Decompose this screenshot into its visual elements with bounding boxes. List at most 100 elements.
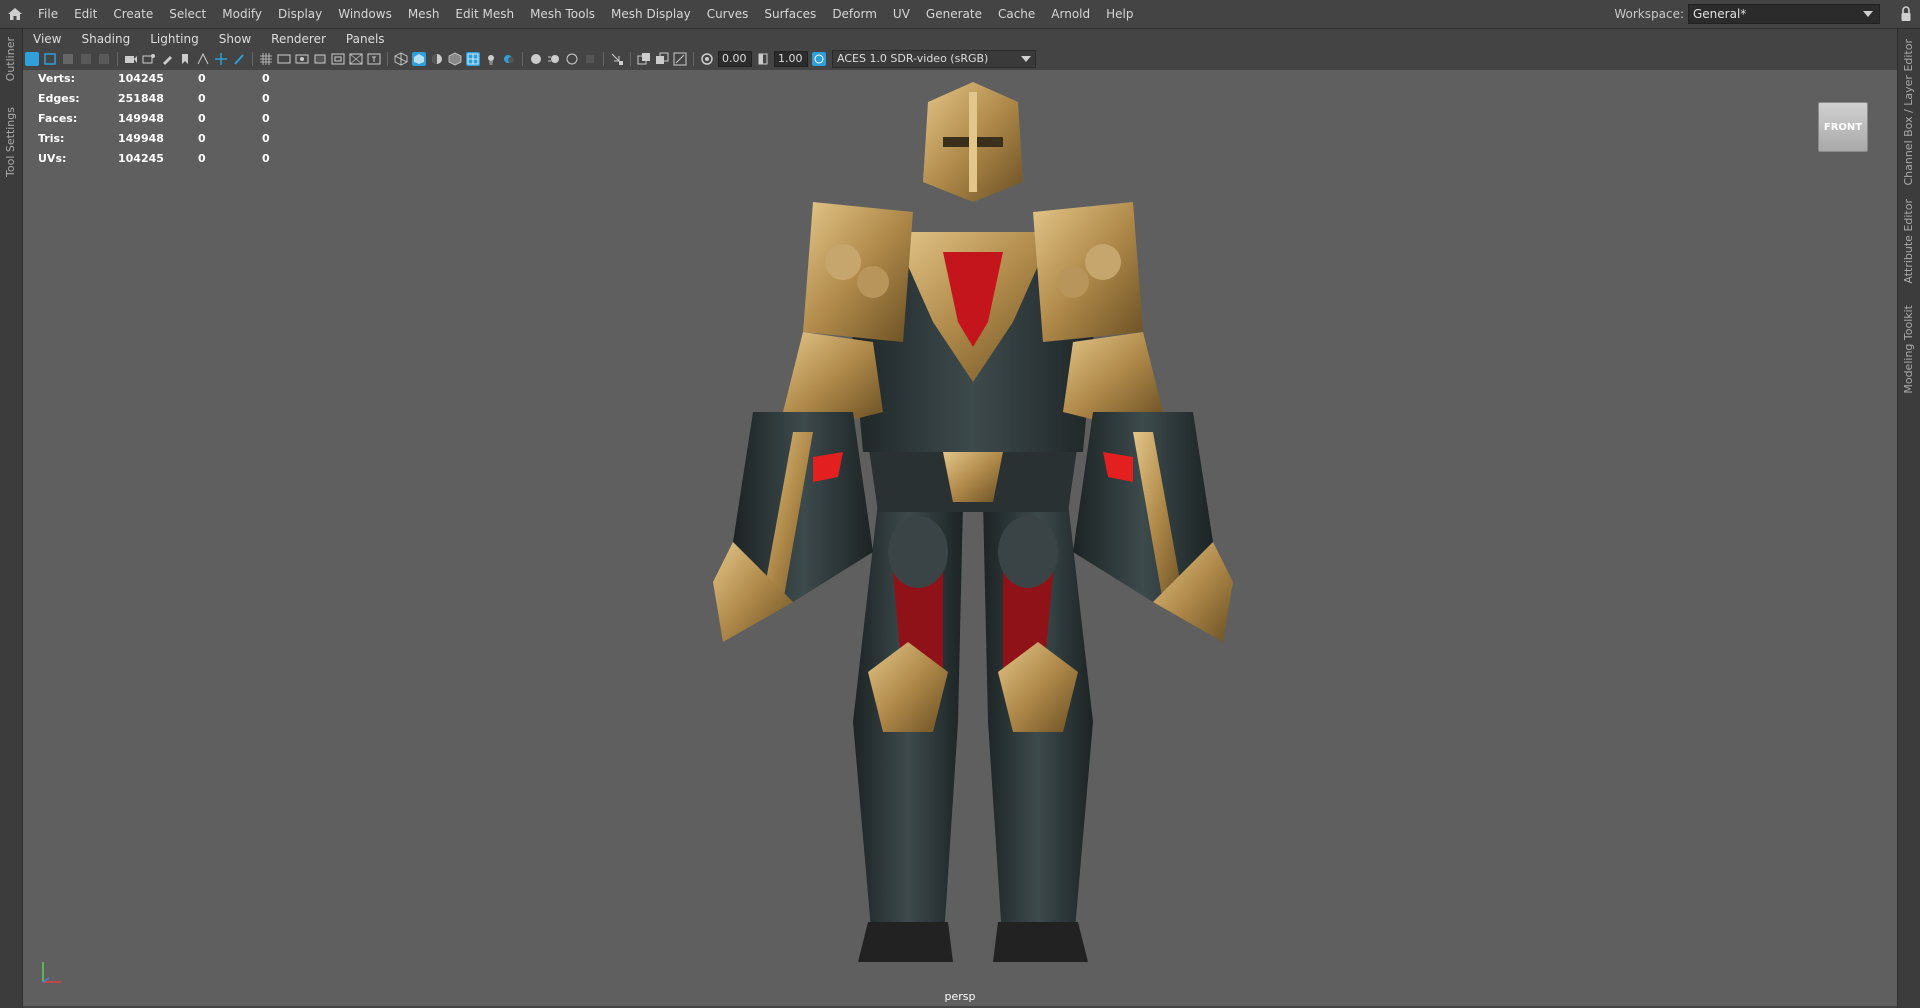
depth-of-field-icon[interactable] xyxy=(583,52,597,66)
workspace-selector: Workspace: General* xyxy=(1614,4,1880,24)
grease-pencil-icon[interactable] xyxy=(160,52,174,66)
menu-cache[interactable]: Cache xyxy=(990,0,1043,28)
resolution-gate-icon[interactable] xyxy=(295,52,309,66)
tab-channel-box[interactable]: Channel Box / Layer Editor xyxy=(1902,39,1915,186)
view-cube[interactable]: FRONT xyxy=(1818,102,1868,152)
menu-select[interactable]: Select xyxy=(161,0,214,28)
hud-value: 0 xyxy=(198,72,206,85)
menu-windows[interactable]: Windows xyxy=(330,0,400,28)
hud-row-tris: Tris: 149948 0 0 xyxy=(38,132,302,152)
menu-mesh-tools[interactable]: Mesh Tools xyxy=(522,0,603,28)
hud-value: 0 xyxy=(262,152,270,165)
film-gate-icon[interactable] xyxy=(277,52,291,66)
panel-menu-shading[interactable]: Shading xyxy=(71,32,140,46)
hud-value: 0 xyxy=(262,72,270,85)
image-plane-icon[interactable] xyxy=(79,52,93,66)
smooth-shade-icon[interactable] xyxy=(412,52,426,66)
paint-icon[interactable] xyxy=(232,52,246,66)
hud-value: 0 xyxy=(262,112,270,125)
safe-title-icon[interactable] xyxy=(367,52,381,66)
hud-value: 149948 xyxy=(118,132,164,145)
hud-row-uvs: UVs: 104245 0 0 xyxy=(38,152,302,172)
textured-icon[interactable] xyxy=(466,52,480,66)
menu-edit[interactable]: Edit xyxy=(66,0,105,28)
tab-outliner[interactable]: Outliner xyxy=(4,37,17,81)
bookmark-icon[interactable] xyxy=(61,52,75,66)
tab-tool-settings[interactable]: Tool Settings xyxy=(4,107,17,177)
lock-icon[interactable] xyxy=(1900,6,1912,22)
tab-modeling-toolkit[interactable]: Modeling Toolkit xyxy=(1902,305,1915,394)
gamma-icon[interactable] xyxy=(756,52,770,66)
armored-knight-model[interactable] xyxy=(643,82,1303,982)
poly-count-hud: Verts: 104245 0 0 Edges: 251848 0 0 Face… xyxy=(38,72,302,172)
color-space-dropdown[interactable]: ACES 1.0 SDR-video (sRGB) xyxy=(832,50,1036,68)
grid-snap-icon[interactable] xyxy=(196,52,210,66)
workspace-dropdown[interactable]: General* xyxy=(1688,4,1880,24)
safe-action-icon[interactable] xyxy=(349,52,363,66)
hud-value: 0 xyxy=(262,132,270,145)
toolbar-divider xyxy=(630,52,631,66)
panel-menu-panels[interactable]: Panels xyxy=(336,32,395,46)
hud-value: 0 xyxy=(198,132,206,145)
menu-mesh-display[interactable]: Mesh Display xyxy=(603,0,699,28)
grid-icon[interactable] xyxy=(259,52,273,66)
motion-blur-icon[interactable] xyxy=(547,52,561,66)
menu-modify[interactable]: Modify xyxy=(214,0,270,28)
panel-menu-lighting[interactable]: Lighting xyxy=(140,32,209,46)
chevron-down-icon xyxy=(1863,11,1873,17)
panel-menu-view[interactable]: View xyxy=(23,32,71,46)
axis-gizmo xyxy=(39,956,69,989)
panel-menu-renderer[interactable]: Renderer xyxy=(261,32,336,46)
view-cube-label: FRONT xyxy=(1823,121,1863,133)
2d-pan-zoom-icon[interactable] xyxy=(97,52,111,66)
hud-label: Edges: xyxy=(38,92,80,105)
lights-icon[interactable] xyxy=(484,52,498,66)
gamma-field[interactable]: 1.00 xyxy=(774,51,808,67)
main-menubar: File Edit Create Select Modify Display Windows… xyxy=(0,0,1920,29)
menu-curves[interactable]: Curves xyxy=(699,0,757,28)
exposure-field[interactable]: 0.00 xyxy=(718,51,752,67)
workspace-label: Workspace: xyxy=(1614,7,1684,21)
menu-file[interactable]: File xyxy=(30,0,66,28)
menu-generate[interactable]: Generate xyxy=(918,0,990,28)
move-tool-icon[interactable] xyxy=(214,52,228,66)
menu-uv[interactable]: UV xyxy=(885,0,918,28)
viewport-persp[interactable]: Verts: 104245 0 0 Edges: 251848 0 0 Face… xyxy=(23,70,1897,1006)
home-icon[interactable] xyxy=(0,0,30,28)
default-material-icon[interactable] xyxy=(430,52,444,66)
panel-menubar: View Shading Lighting Show Renderer Pane… xyxy=(23,30,1897,48)
menu-surfaces[interactable]: Surfaces xyxy=(756,0,824,28)
hud-label: UVs: xyxy=(38,152,67,165)
camera-attributes-icon[interactable] xyxy=(124,52,138,66)
gate-mask-icon[interactable] xyxy=(313,52,327,66)
panel-menu-show[interactable]: Show xyxy=(209,32,261,46)
wireframe-on-shaded-icon[interactable] xyxy=(448,52,462,66)
menu-mesh[interactable]: Mesh xyxy=(400,0,448,28)
menu-help[interactable]: Help xyxy=(1098,0,1141,28)
menu-edit-mesh[interactable]: Edit Mesh xyxy=(447,0,522,28)
lock-camera-icon[interactable] xyxy=(43,52,57,66)
hud-row-edges: Edges: 251848 0 0 xyxy=(38,92,302,112)
select-camera-icon[interactable] xyxy=(25,52,39,66)
menu-display[interactable]: Display xyxy=(270,0,330,28)
menu-arnold[interactable]: Arnold xyxy=(1043,0,1098,28)
hud-value: 0 xyxy=(198,92,206,105)
xray-active-icon[interactable] xyxy=(655,52,669,66)
color-management-icon[interactable] xyxy=(812,52,826,66)
xray-icon[interactable] xyxy=(637,52,651,66)
camera-icon[interactable] xyxy=(142,52,156,66)
xray-joints-icon[interactable] xyxy=(673,52,687,66)
antialiasing-icon[interactable] xyxy=(565,52,579,66)
exposure-icon[interactable] xyxy=(700,52,714,66)
shadows-icon[interactable] xyxy=(502,52,516,66)
menu-create[interactable]: Create xyxy=(105,0,161,28)
menu-deform[interactable]: Deform xyxy=(824,0,885,28)
field-chart-icon[interactable] xyxy=(331,52,345,66)
tab-attribute-editor[interactable]: Attribute Editor xyxy=(1902,199,1915,284)
wireframe-icon[interactable] xyxy=(394,52,408,66)
ambient-occlusion-icon[interactable] xyxy=(529,52,543,66)
hud-value: 251848 xyxy=(118,92,164,105)
isolate-select-icon[interactable] xyxy=(610,52,624,66)
bookmark-flag-icon[interactable] xyxy=(178,52,192,66)
left-tab-strip: Outliner Tool Settings xyxy=(0,29,23,1008)
